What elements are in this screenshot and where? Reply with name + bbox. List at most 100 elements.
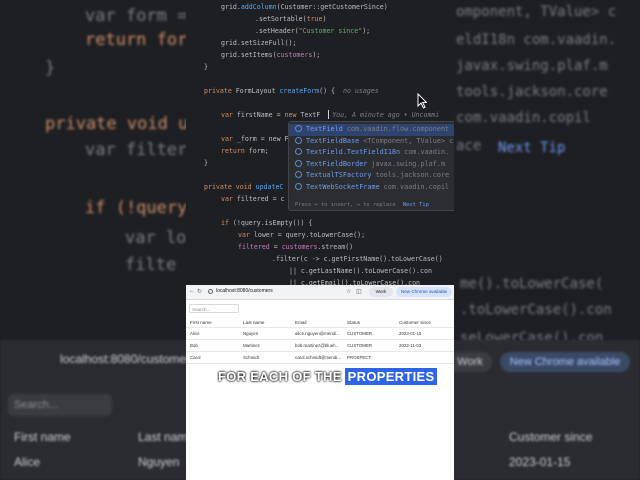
- table-cell: CUSTOMER: [347, 343, 373, 348]
- completion-item-name: TextualTSFactory: [306, 171, 372, 180]
- code-line: return form;: [221, 147, 269, 155]
- completion-item[interactable]: TextualTSFactory tools.jackson.core: [289, 170, 454, 182]
- class-icon: [295, 125, 302, 132]
- completion-item-package: com.vaadin.copil: [383, 183, 450, 191]
- column-header[interactable]: Last name: [243, 320, 264, 325]
- table-cell: CUSTOMER: [347, 331, 373, 336]
- completion-item[interactable]: TextWebSocketFrame com.vaadin.copil: [289, 182, 454, 194]
- extension-icon[interactable]: ◫: [356, 288, 362, 295]
- video-caption: FOR EACH OF THE PROPERTIES: [218, 368, 438, 386]
- column-header[interactable]: Status: [347, 320, 360, 325]
- table-cell: PROSPECT: [347, 355, 372, 360]
- background-code-fragment: eldI18n com.vaadin.: [456, 32, 617, 48]
- column-header[interactable]: Email: [295, 320, 307, 325]
- class-icon: [295, 136, 302, 144]
- table-cell: Alice: [190, 331, 200, 336]
- background-code-fragment: me().toLowerCase(: [460, 276, 604, 292]
- background-cell: 2023-01-15: [509, 455, 571, 469]
- code-completion-popup[interactable]: TextField com.vaadin.flow.component TextFi…: [288, 121, 454, 211]
- column-header[interactable]: First name: [190, 320, 212, 325]
- background-code-fragment: javax.swing.plaf.m: [456, 58, 608, 74]
- url-text[interactable]: localhost:8080/customers: [216, 288, 273, 294]
- code-line: grid.setItems(customers);: [221, 51, 321, 59]
- background-header: First name: [14, 430, 71, 444]
- chrome-update-chip[interactable]: New Chrome available: [396, 287, 452, 297]
- background-cell: Alice: [14, 455, 41, 469]
- profile-work-chip[interactable]: Work: [369, 287, 393, 297]
- code-line: var _form = new F: [221, 135, 289, 143]
- code-line: grid.addColumn(Customer::getCustomerSinc…: [221, 3, 388, 11]
- completion-item-package: com.vaadin.flow.component: [346, 125, 450, 133]
- code-line: grid.setSizeFull();: [221, 39, 297, 47]
- star-icon[interactable]: ☆: [346, 288, 351, 295]
- completion-item[interactable]: TextFieldBorder javax.swing.plaf.m: [289, 159, 454, 171]
- code-line: .setSortable(true): [255, 15, 327, 23]
- background-code-line: return for: [85, 30, 188, 50]
- table-cell: 2022-11-03: [399, 343, 422, 348]
- row-divider: [186, 351, 454, 352]
- background-code-line: private void u: [45, 114, 189, 134]
- code-line: .setHeader("Customer since");: [255, 27, 371, 35]
- completion-item-name: TextField: [306, 125, 343, 133]
- background-code-fragment: Next Tip: [498, 140, 566, 156]
- table-cell: Nguyen: [243, 331, 259, 336]
- completion-item[interactable]: TextFieldBase <TComponent, TValue> c: [289, 136, 454, 148]
- class-icon: [295, 148, 302, 156]
- background-cell: Nguyen: [138, 455, 180, 469]
- background-code-line: var filter: [85, 140, 188, 160]
- code-line: .filter(c -> c.getFirstName().toLowerCas…: [272, 255, 443, 263]
- background-search: Search...: [8, 394, 112, 416]
- row-divider: [186, 339, 454, 340]
- class-icon: [295, 159, 302, 167]
- completion-item[interactable]: TextField.TextFieldI18n com.vaadin.: [289, 147, 454, 159]
- background-code-line: filte: [125, 255, 177, 275]
- row-divider: [186, 327, 454, 328]
- code-line: private void updateC: [204, 183, 284, 191]
- background-url: localhost:8080/customers: [60, 352, 197, 366]
- table-cell: 2023-01-15: [399, 331, 422, 336]
- search-input[interactable]: Search...: [189, 304, 239, 313]
- background-code-line: if (!query: [85, 198, 188, 218]
- table-cell: Martinez: [243, 343, 260, 348]
- background-code-fragment: ace: [456, 138, 482, 154]
- completion-item-package: tools.jackson.core: [375, 171, 450, 180]
- background-code-fragment: .toLowerCase().con: [460, 302, 612, 318]
- completion-item-package: javax.swing.plaf.m: [371, 159, 446, 168]
- background-code-fragment: omponent, TValue> c: [456, 4, 617, 20]
- table-cell: Bob: [190, 343, 198, 348]
- background-code-line: var lo: [125, 228, 187, 248]
- address-bar[interactable]: ← ↻ localhost:8080/customers ☆ ◫ Work Ne…: [186, 285, 454, 300]
- code-line: || c.getLastName().toLowerCase().con: [289, 267, 432, 275]
- text-caret: [328, 110, 329, 119]
- background-code-line: }: [45, 58, 56, 78]
- table-cell: alice.nguyen@meridi...: [295, 331, 340, 336]
- row-divider: [186, 363, 454, 364]
- reload-icon[interactable]: ↻: [197, 288, 202, 295]
- caption-text: FOR EACH OF THE: [218, 369, 342, 384]
- class-icon: [295, 171, 302, 179]
- code-line: filtered = customers.stream(): [238, 243, 354, 251]
- background-header: Customer since: [509, 430, 593, 444]
- completion-item-package: <TComponent, TValue> c: [363, 136, 454, 145]
- table-cell: Carol: [190, 355, 201, 360]
- code-line: }: [204, 63, 208, 71]
- completion-item[interactable]: TextField com.vaadin.flow.component: [289, 124, 454, 136]
- screen-recording-panel: grid.addColumn(Customer::getCustomerSinc…: [186, 0, 454, 480]
- completion-hint: Press ↩ to insert, → to replace: [295, 202, 396, 208]
- completion-item-name: TextFieldBase: [306, 136, 360, 145]
- next-tip-link[interactable]: Next Tip: [403, 202, 429, 208]
- class-icon: [295, 183, 302, 190]
- completion-item-name: TextField.TextFieldI18n: [306, 148, 401, 157]
- site-info-icon[interactable]: [208, 289, 213, 294]
- code-line: private FormLayout createForm() { no usa…: [204, 87, 379, 95]
- code-line: }: [204, 159, 208, 167]
- table-cell: carol.schmidt@meridi...: [295, 355, 341, 360]
- column-header[interactable]: Customer since: [399, 320, 431, 325]
- code-line: if (!query.isEmpty()) {: [221, 219, 313, 227]
- back-arrow-icon[interactable]: ←: [189, 288, 195, 294]
- completion-item-package: com.vaadin.: [404, 148, 450, 157]
- background-code-fragment: tools.jackson.core: [456, 84, 608, 100]
- table-cell: Schmidt: [243, 355, 259, 360]
- background-chrome-chip: New Chrome available: [500, 352, 630, 372]
- code-line: var lower = query.toLowerCase();: [238, 231, 366, 239]
